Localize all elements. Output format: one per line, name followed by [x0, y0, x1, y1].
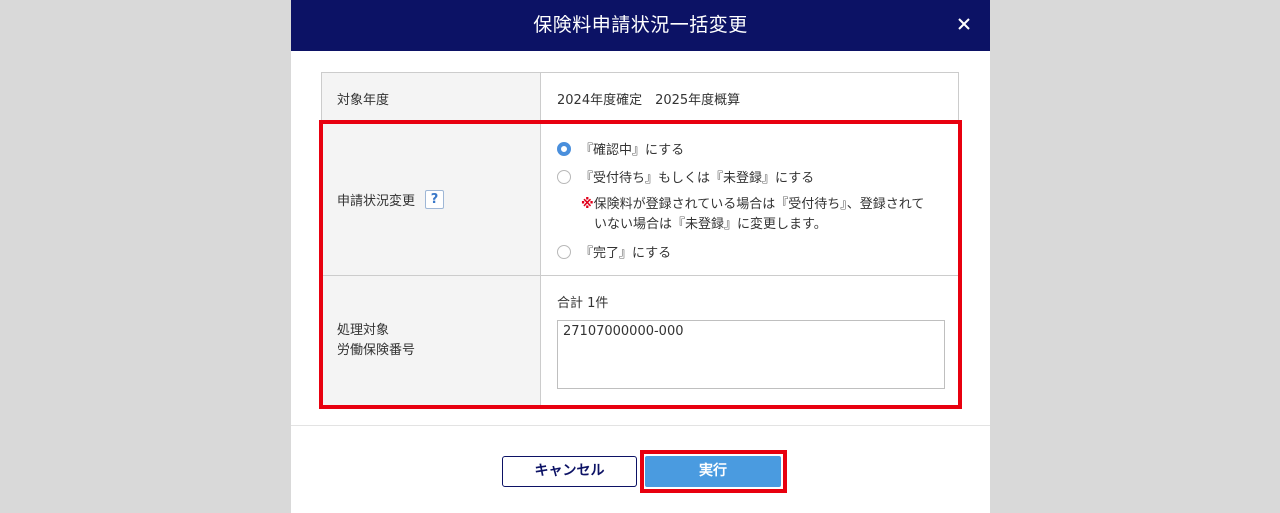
- status-change-label-cell: 申請状況変更 ?: [322, 124, 541, 275]
- status-change-label: 申請状況変更: [337, 194, 416, 209]
- dialog: 保険料申請状況一括変更 対象年度 2024年度確定 2025年度概算 申請状況変…: [291, 0, 990, 513]
- row-target-year: 対象年度 2024年度確定 2025年度概算: [322, 73, 958, 124]
- help-icon[interactable]: ?: [425, 190, 445, 209]
- radio-waiting-label: 『受付待ち』もしくは『未登録』にする: [580, 171, 815, 186]
- note-text-line1: 保険料が登録されている場合は『受付待ち』、登録されて: [593, 197, 925, 212]
- total-count: 合計 1件: [557, 296, 609, 311]
- close-button[interactable]: [952, 12, 976, 36]
- target-numbers-label-line1: 処理対象: [337, 323, 390, 338]
- dialog-header: 保険料申請状況一括変更: [291, 0, 990, 51]
- radio-completed-label: 『完了』にする: [580, 246, 672, 261]
- radio-checked-icon: [557, 141, 571, 156]
- radio-completed[interactable]: 『完了』にする: [557, 242, 671, 261]
- execute-button[interactable]: 実行: [645, 456, 781, 487]
- note-mark: ※: [581, 197, 594, 212]
- radio-unchecked-icon: [557, 169, 571, 184]
- target-year-label: 対象年度: [322, 73, 541, 123]
- radio-waiting-or-unregistered[interactable]: 『受付待ち』もしくは『未登録』にする: [557, 167, 814, 186]
- insurance-numbers-textarea[interactable]: [557, 320, 945, 389]
- footer-divider: [291, 425, 990, 426]
- target-numbers-label-cell: 処理対象 労働保険番号: [322, 276, 541, 406]
- target-numbers-label-line2: 労働保険番号: [337, 343, 416, 358]
- dialog-title: 保険料申請状況一括変更: [533, 14, 748, 36]
- status-note-line1: ※保険料が登録されている場合は『受付待ち』、登録されて: [581, 193, 924, 212]
- radio-unchecked-icon: [557, 244, 571, 259]
- radio-confirming-label: 『確認中』にする: [580, 143, 685, 158]
- form-table: 対象年度 2024年度確定 2025年度概算 申請状況変更 ? 処理対象 労働保…: [321, 72, 959, 408]
- target-year-value: 2024年度確定 2025年度概算: [557, 92, 741, 108]
- close-icon: [958, 18, 970, 30]
- status-note-line2: いない場合は『未登録』に変更します。: [594, 217, 827, 232]
- radio-confirming[interactable]: 『確認中』にする: [557, 139, 684, 158]
- cancel-button[interactable]: キャンセル: [502, 456, 637, 487]
